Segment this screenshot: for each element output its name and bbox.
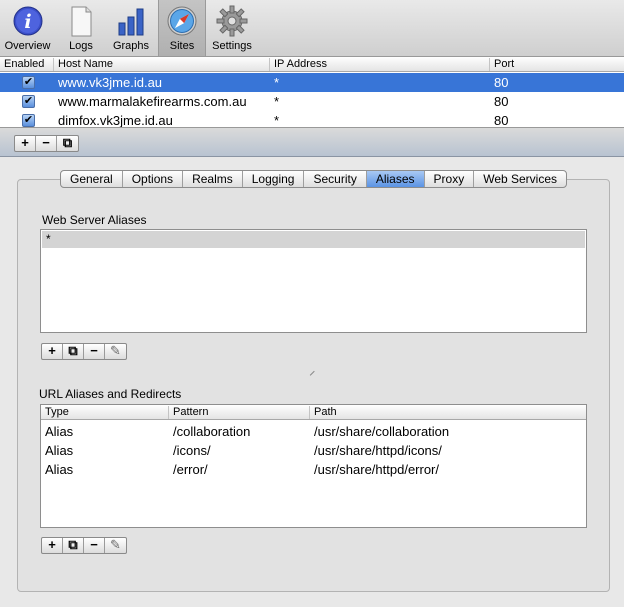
enabled-checkbox[interactable]: ✔	[22, 95, 35, 108]
column-header-type[interactable]: Type	[41, 406, 169, 419]
port: 80	[494, 94, 509, 109]
compass-icon	[167, 6, 197, 36]
table-row[interactable]: ✔ dimfox.vk3jme.id.au * 80	[0, 111, 624, 127]
duplicate-alias-button[interactable]: ⧉	[63, 344, 84, 359]
table-row[interactable]: Alias /icons/ /usr/share/httpd/icons/	[41, 441, 586, 460]
toolbar: i Overview Logs Graphs Sites Settings	[0, 0, 624, 57]
alias-pattern: /icons/	[173, 443, 211, 458]
add-url-alias-button[interactable]: +	[42, 538, 63, 553]
url-aliases-table: Type Pattern Path Alias /collaboration /…	[40, 404, 587, 528]
gear-icon	[216, 5, 248, 37]
toolbar-label: Overview	[4, 40, 51, 52]
toolbar-settings[interactable]: Settings	[207, 0, 257, 56]
ip-address: *	[274, 94, 280, 109]
table-row[interactable]: Alias /error/ /usr/share/httpd/error/	[41, 460, 586, 479]
list-item[interactable]: *	[42, 231, 585, 248]
remove-alias-button[interactable]: −	[84, 344, 105, 359]
toolbar-graphs[interactable]: Graphs	[106, 0, 156, 56]
web-aliases-segmented-control: + ⧉ − ✎	[41, 343, 127, 360]
ip-address: *	[274, 113, 280, 127]
remove-site-button[interactable]: −	[36, 136, 57, 151]
column-header-enabled[interactable]: Enabled	[0, 58, 54, 71]
tab-aliases[interactable]: Aliases	[366, 171, 425, 187]
column-header-pattern[interactable]: Pattern	[169, 406, 310, 419]
add-alias-button[interactable]: +	[42, 344, 63, 359]
toolbar-label: Settings	[212, 40, 252, 52]
alias-type: Alias	[45, 443, 74, 458]
alias-pattern: /error/	[173, 462, 208, 477]
toolbar-sites[interactable]: Sites	[158, 0, 206, 56]
host-name: dimfox.vk3jme.id.au	[58, 113, 173, 127]
enabled-checkbox[interactable]: ✔	[22, 114, 35, 127]
tab-proxy[interactable]: Proxy	[425, 171, 475, 187]
remove-url-alias-button[interactable]: −	[84, 538, 105, 553]
duplicate-url-alias-button[interactable]: ⧉	[63, 538, 84, 553]
tab-general[interactable]: General	[61, 171, 123, 187]
bar-graph-icon	[118, 8, 144, 36]
ip-address: *	[274, 75, 280, 90]
duplicate-site-button[interactable]: ⧉	[57, 136, 78, 151]
url-aliases-label: URL Aliases and Redirects	[39, 387, 182, 401]
url-aliases-header: Type Pattern Path	[41, 405, 586, 420]
tab-security[interactable]: Security	[304, 171, 367, 187]
alias-path: /usr/share/httpd/icons/	[314, 443, 442, 458]
host-name: www.vk3jme.id.au	[58, 75, 163, 90]
alias-path: /usr/share/collaboration	[314, 424, 450, 439]
toolbar-logs[interactable]: Logs	[58, 0, 104, 56]
column-header-port[interactable]: Port	[490, 58, 624, 71]
svg-text:i: i	[24, 11, 31, 33]
edit-alias-button[interactable]: ✎	[105, 344, 126, 359]
toolbar-label: Sites	[169, 40, 195, 52]
table-row[interactable]: ✔ www.marmalakefirearms.com.au * 80	[0, 92, 624, 111]
sites-table: Enabled Host Name IP Address Port ✔ www.…	[0, 57, 624, 127]
table-row[interactable]: Alias /collaboration /usr/share/collabor…	[41, 422, 586, 441]
toolbar-label: Logs	[69, 40, 93, 52]
column-header-path[interactable]: Path	[310, 406, 586, 419]
table-row[interactable]: ✔ www.vk3jme.id.au * 80	[0, 73, 624, 92]
tab-logging[interactable]: Logging	[243, 171, 305, 187]
enabled-checkbox[interactable]: ✔	[22, 76, 35, 89]
alias-pattern: /collaboration	[173, 424, 251, 439]
tab-realms[interactable]: Realms	[183, 171, 243, 187]
web-server-aliases-label: Web Server Aliases	[42, 213, 147, 227]
sites-table-header: Enabled Host Name IP Address Port	[0, 57, 624, 72]
alias-path: /usr/share/httpd/error/	[314, 462, 439, 477]
column-header-ip-address[interactable]: IP Address	[270, 58, 490, 71]
toolbar-overview[interactable]: i Overview	[0, 0, 55, 56]
sites-button-bar: + − ⧉	[0, 127, 624, 157]
port: 80	[494, 113, 509, 127]
port: 80	[494, 75, 509, 90]
add-site-button[interactable]: +	[15, 136, 36, 151]
tab-options[interactable]: Options	[123, 171, 184, 187]
alias-type: Alias	[45, 424, 74, 439]
document-icon	[71, 6, 92, 37]
tab-web-services[interactable]: Web Services	[474, 171, 566, 187]
settings-tabs: General Options Realms Logging Security …	[60, 170, 568, 188]
alias-type: Alias	[45, 462, 74, 477]
web-server-aliases-list[interactable]: *	[40, 229, 587, 333]
toolbar-label: Graphs	[112, 40, 150, 52]
edit-url-alias-button[interactable]: ✎	[105, 538, 126, 553]
info-icon: i	[13, 6, 42, 36]
host-name: www.marmalakefirearms.com.au	[58, 94, 247, 109]
column-header-host-name[interactable]: Host Name	[54, 58, 270, 71]
url-aliases-segmented-control: + ⧉ − ✎	[41, 537, 127, 554]
sites-segmented-control: + − ⧉	[14, 135, 79, 152]
